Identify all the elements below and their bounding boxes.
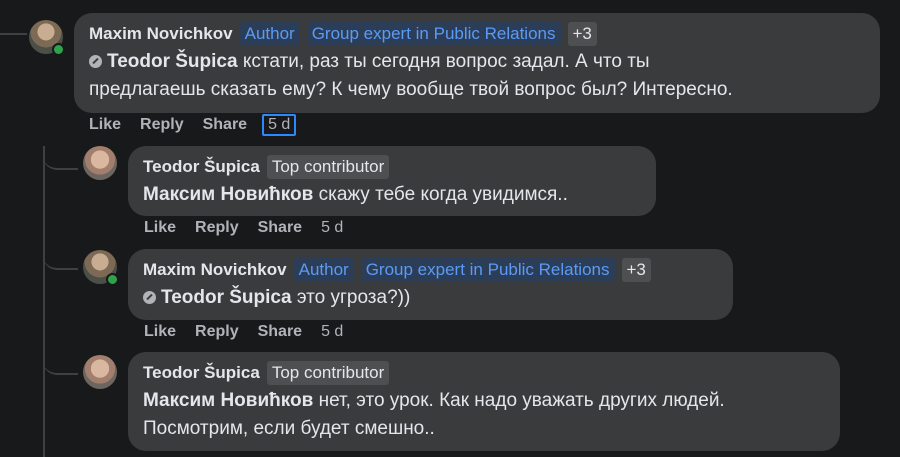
reply-connector (43, 146, 78, 170)
comment-actions: Like Reply Share 5 d (144, 323, 362, 341)
comment-actions: Like Reply Share 5 d (89, 114, 315, 136)
timestamp[interactable]: 5 d (262, 114, 297, 136)
comment-actions: Like Reply Share 5 d (144, 219, 362, 237)
timestamp[interactable]: 5 d (321, 219, 343, 237)
mention-link[interactable]: Teodor Šupica (107, 51, 238, 72)
share-button[interactable]: Share (258, 219, 302, 237)
avatar[interactable] (83, 146, 117, 180)
reply-connector (43, 350, 78, 375)
mention-icon (143, 291, 156, 304)
top-contributor-badge[interactable]: Top contributor (266, 361, 390, 385)
comment-bubble: Teodor Šupica Top contributor Максим Нов… (128, 352, 840, 451)
comment-text: Teodor Šupica это угроза?)) (143, 284, 718, 312)
comment-bubble: Teodor Šupica Top contributor Максим Нов… (128, 146, 656, 216)
comment-text: Teodor Šupica кстати, раз ты сегодня воп… (89, 51, 733, 100)
mention-link[interactable]: Teodor Šupica (161, 287, 292, 308)
comment-text: Максим Новићков скажу тебе когда увидимс… (143, 184, 568, 205)
mention-link[interactable]: Максим Новићков (143, 184, 313, 205)
expert-badge[interactable]: Group expert in Public Relations (306, 22, 561, 46)
reply-button[interactable]: Reply (140, 116, 184, 134)
comment-bubble: Maxim Novichkov Author Group expert in P… (128, 249, 733, 320)
more-badges[interactable]: +3 (567, 22, 597, 46)
like-button[interactable]: Like (144, 219, 176, 237)
online-status-dot (52, 43, 65, 56)
thread-line-main (43, 146, 45, 457)
author-badge[interactable]: Author (293, 258, 354, 282)
reply-button[interactable]: Reply (195, 219, 239, 237)
like-button[interactable]: Like (89, 116, 121, 134)
timestamp[interactable]: 5 d (321, 323, 343, 341)
avatar[interactable] (83, 355, 117, 389)
author-badge[interactable]: Author (239, 22, 300, 46)
thread-line-top (0, 33, 27, 35)
online-status-dot (106, 273, 119, 286)
mention-icon (89, 55, 102, 68)
author-name[interactable]: Maxim Novichkov (143, 260, 287, 280)
like-button[interactable]: Like (144, 323, 176, 341)
share-button[interactable]: Share (258, 323, 302, 341)
comment-text: Максим Новићков нет, это урок. Как надо … (143, 390, 725, 439)
author-name[interactable]: Teodor Šupica (143, 363, 260, 383)
share-button[interactable]: Share (203, 116, 247, 134)
reply-button[interactable]: Reply (195, 323, 239, 341)
comment-bubble: Maxim Novichkov Author Group expert in P… (74, 13, 880, 113)
mention-link[interactable]: Максим Новићков (143, 390, 313, 411)
expert-badge[interactable]: Group expert in Public Relations (360, 258, 615, 282)
top-contributor-badge[interactable]: Top contributor (266, 155, 390, 179)
more-badges[interactable]: +3 (621, 258, 651, 282)
reply-connector (43, 248, 78, 270)
author-name[interactable]: Maxim Novichkov (89, 24, 233, 44)
author-name[interactable]: Teodor Šupica (143, 157, 260, 177)
